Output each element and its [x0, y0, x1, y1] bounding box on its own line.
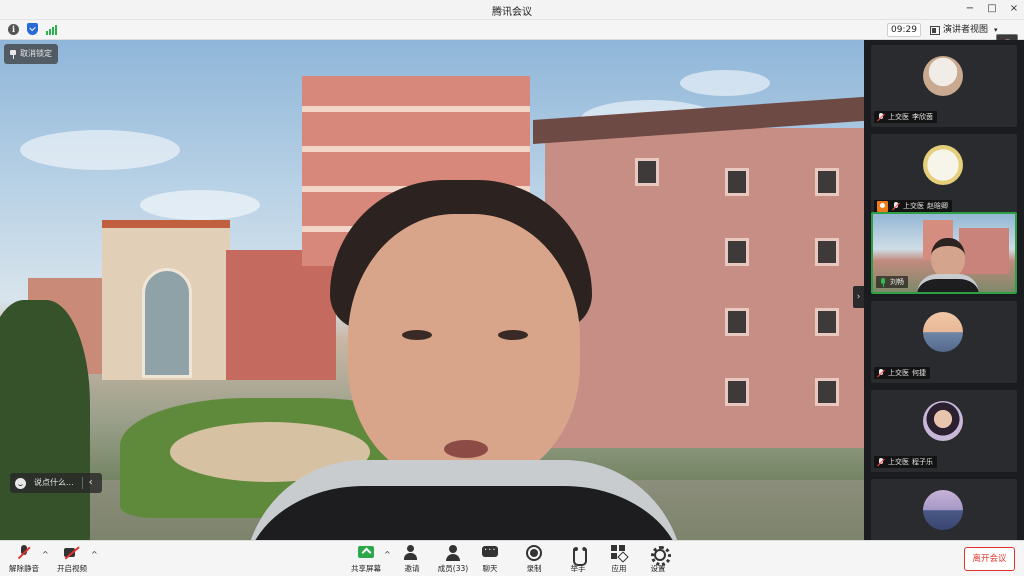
invite-label: 邀请 [404, 564, 420, 573]
unmute-label: 解除静音 [9, 564, 39, 573]
share-options-caret[interactable]: ^ [384, 550, 391, 559]
participant-tile[interactable] [871, 479, 1017, 540]
participant-label: 上交医 何捷 [874, 367, 930, 379]
leave-meeting-button[interactable]: 离开会议 [964, 547, 1015, 571]
info-icon[interactable]: i [8, 23, 19, 35]
share-screen-label: 共享屏幕 [351, 564, 381, 573]
avatar [923, 312, 963, 352]
record-label: 录制 [526, 564, 542, 573]
chat-bubble-icon [482, 542, 498, 561]
security-shield-icon[interactable] [27, 23, 38, 35]
participant-name: 程子乐 [912, 458, 933, 466]
chat-label: 聊天 [482, 564, 498, 573]
mic-muted-icon [877, 368, 885, 378]
start-video-button[interactable]: 开启视频 [54, 543, 90, 575]
participant-tile-active[interactable]: 刘畅 [871, 212, 1017, 294]
mic-on-icon [879, 277, 887, 287]
chat-button[interactable]: 聊天 [476, 542, 504, 575]
quick-chat-input[interactable]: 说点什么... ‹ [10, 473, 102, 493]
participant-org: 上交医 [903, 202, 924, 210]
participant-name: 赵晗卿 [927, 202, 948, 210]
window-controls: − □ × [964, 2, 1020, 16]
raise-hand-button[interactable]: 举手 [564, 543, 592, 575]
invite-button[interactable]: 邀请 [398, 543, 426, 575]
start-video-label: 开启视频 [57, 564, 87, 573]
avatar [923, 401, 963, 441]
meeting-window: 腾讯会议 − □ × i 09:29 演讲者视图 ▾ 取消锁定 说点什么... … [0, 0, 1024, 576]
participant-label: 上交医 李欣茵 [874, 111, 937, 123]
avatar [923, 490, 963, 530]
participant-tile[interactable]: 上交医 何捷 [871, 301, 1017, 383]
meeting-timer: 09:29 [887, 23, 921, 37]
invite-user-icon [404, 545, 420, 561]
participant-label: 上交医 程子乐 [874, 456, 937, 468]
speaker-person [244, 180, 684, 540]
chat-placeholder: 说点什么... [34, 478, 74, 487]
audio-options-caret[interactable]: ^ [42, 550, 49, 559]
participant-org: 上交医 [888, 113, 909, 121]
participant-panel: 上交医 李欣茵 上交医 赵晗卿 刘畅 上交医 何捷 上交医 程子乐 [864, 40, 1024, 540]
emoji-icon[interactable] [15, 477, 26, 489]
signal-strength-icon[interactable] [46, 24, 57, 35]
status-icons: i [8, 23, 57, 35]
unpin-video-button[interactable]: 取消锁定 [4, 44, 58, 64]
video-options-caret[interactable]: ^ [91, 550, 98, 559]
host-badge-icon [877, 200, 888, 212]
view-mode-label: 演讲者视图 [943, 25, 989, 35]
share-screen-icon [358, 545, 374, 561]
title-bar: 腾讯会议 − □ × [0, 0, 1024, 20]
unmute-button[interactable]: 解除静音 [6, 543, 42, 575]
status-bar: i 09:29 演讲者视图 ▾ [0, 20, 1024, 56]
mic-muted-icon [16, 545, 32, 561]
members-button[interactable]: 成员(33) [434, 543, 472, 575]
speaker-view-icon [930, 25, 940, 35]
participant-name: 刘畅 [890, 278, 904, 286]
meeting-toolbar: 解除静音 ^ 开启视频 ^ 共享屏幕 ^ 邀请 成员(33) 聊天 录制 [0, 540, 1024, 576]
participant-name: 李欣茵 [912, 113, 933, 121]
minimize-button[interactable]: − [964, 2, 976, 16]
apps-button[interactable]: 应用 [605, 543, 633, 575]
participant-tile[interactable]: 上交医 李欣茵 [871, 45, 1017, 127]
mic-muted-icon [877, 112, 885, 122]
mic-muted-icon [877, 457, 885, 467]
view-mode-button[interactable]: 演讲者视图 ▾ [930, 23, 998, 37]
settings-button[interactable]: 设置 [644, 543, 672, 575]
window-title: 腾讯会议 [492, 7, 532, 18]
unpin-label: 取消锁定 [20, 49, 52, 58]
members-label: 成员(33) [437, 564, 469, 573]
chevron-left-icon[interactable]: ‹ [89, 473, 93, 493]
toggle-gallery-button[interactable]: › [853, 286, 864, 308]
main-speaker-video[interactable] [0, 40, 864, 540]
participant-tile[interactable]: 上交医 赵晗卿 [871, 134, 1017, 216]
gear-icon [650, 545, 671, 566]
record-icon [526, 545, 542, 561]
participant-org: 上交医 [888, 369, 909, 377]
participant-label: 刘畅 [876, 276, 908, 288]
maximize-button[interactable]: □ [986, 2, 998, 16]
avatar [923, 56, 963, 96]
participant-label: 上交医 赵晗卿 [874, 200, 952, 212]
share-screen-button[interactable]: 共享屏幕 [348, 543, 384, 575]
camera-off-icon [64, 545, 80, 561]
avatar [923, 145, 963, 185]
participant-org: 上交医 [888, 458, 909, 466]
record-button[interactable]: 录制 [520, 543, 548, 575]
pin-icon [10, 49, 16, 59]
hand-icon [570, 545, 587, 566]
close-button[interactable]: × [1008, 2, 1020, 16]
apps-label: 应用 [611, 564, 627, 573]
apps-grid-icon [611, 545, 627, 561]
mic-muted-icon [892, 201, 900, 211]
participant-name: 何捷 [912, 369, 926, 377]
participant-tile[interactable]: 上交医 程子乐 [871, 390, 1017, 472]
members-icon [445, 545, 461, 561]
